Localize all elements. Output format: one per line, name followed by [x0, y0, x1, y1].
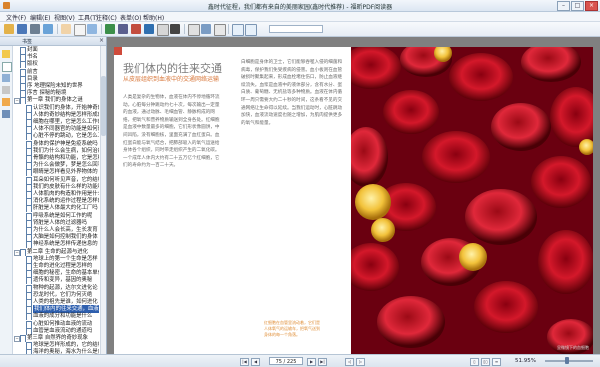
prev-page-button[interactable]: ◀ — [251, 358, 260, 366]
layers-tab-icon[interactable] — [2, 74, 10, 82]
email-icon[interactable] — [43, 24, 53, 34]
single-page-icon[interactable]: ▯ — [470, 358, 479, 366]
zoom-icon[interactable] — [87, 24, 97, 34]
article-callout: 红细胞在血管里流动着，它们是人体氧气的运输车，把氧气送到身体的每一个角落。 — [264, 320, 320, 337]
sidebar-title: 书签 — [22, 39, 33, 45]
close-button[interactable]: × — [585, 1, 598, 11]
rotate-icon[interactable] — [118, 24, 128, 34]
attach-tab-icon[interactable] — [2, 86, 10, 94]
article-column-1: 人类是复杂的生物体，血液在体内不停地循环流动。心脏每分钟跳动约七十次，每次输出一… — [123, 95, 220, 169]
window-title: 鑫时代征程，我们都有来自的美丽家园(鑫时代推荐) - 福昕PDF阅读器 — [207, 4, 393, 11]
last-page-button[interactable]: ▶| — [318, 358, 327, 366]
next-page-button[interactable]: ▶ — [307, 358, 316, 366]
fit-width-icon[interactable] — [144, 24, 154, 34]
menu-help[interactable]: 帮助(H) — [143, 13, 164, 22]
bookmark-icon[interactable] — [188, 24, 200, 36]
prev-view-icon[interactable] — [157, 24, 169, 36]
snapshot-icon[interactable] — [105, 24, 115, 34]
fit-page-icon[interactable] — [131, 24, 141, 34]
bookmark-tree: 封面 书名 版权 前言 目录序 地理探险未知的世界 序言 探秘的秘境 − 第一章 我们的身体之… — [13, 46, 99, 354]
zoom-level: 51.95% — [515, 358, 536, 364]
continuous-icon[interactable]: ≡ — [492, 358, 501, 366]
bookmark-sidebar: 书签 × 封面 书名 版权 前言 目录序 地理探险未知的世界 序言 探秘的秘境 − 第一章 我… — [0, 37, 107, 354]
sidebar-close-icon[interactable]: × — [99, 37, 104, 44]
page-left: 我们体内的往来交通 从皮层组织到血液中的交通网络运输 人类是复杂的生物体，血液在… — [114, 47, 351, 354]
first-page-button[interactable]: |◀ — [240, 358, 249, 366]
article-subtitle: 从皮层组织到血液中的交通网络运输 — [123, 76, 220, 83]
comment-icon[interactable] — [201, 24, 211, 34]
photo-caption: 显微镜下的血细胞 — [557, 345, 589, 350]
hand-icon[interactable] — [61, 24, 71, 34]
sidebar-header: 书签 × — [0, 37, 106, 46]
bookmarks-tab-icon[interactable] — [2, 50, 10, 58]
text-tool-icon[interactable] — [214, 24, 226, 36]
next-view-icon[interactable] — [170, 24, 180, 34]
comments-tab-icon[interactable] — [2, 98, 10, 106]
open-icon[interactable] — [4, 24, 14, 34]
pages-tab-icon[interactable] — [2, 62, 12, 72]
minimize-button[interactable]: – — [557, 1, 570, 11]
menu-comment[interactable]: 注释(C) — [96, 13, 117, 22]
menu-edit[interactable]: 编辑(E) — [30, 13, 50, 22]
find-icon[interactable] — [232, 24, 244, 36]
red-blood-cells-image — [351, 47, 593, 354]
menu-form[interactable]: 表单(O) — [120, 13, 141, 22]
scrollbar-thumb[interactable] — [101, 76, 106, 136]
page-number-input[interactable]: 75 / 225 — [269, 357, 303, 365]
print-icon[interactable] — [30, 24, 40, 34]
zoom-slider-thumb[interactable] — [564, 357, 569, 364]
forward-view-button[interactable]: ▷ — [356, 358, 365, 366]
search-input[interactable] — [269, 25, 323, 33]
title-bar: 鑫时代征程，我们都有来自的美丽家园(鑫时代推荐) - 福昕PDF阅读器 – □ … — [0, 0, 600, 12]
page-corner-tab — [114, 47, 122, 55]
document-view[interactable]: 我们体内的往来交通 从皮层组织到血液中的交通网络运输 人类是复杂的生物体，血液在… — [107, 37, 600, 354]
sign-tab-icon[interactable] — [2, 110, 10, 118]
article-column-2: 白细胞是身体的卫士，它们能够吞噬入侵的细菌和病毒，保护我们免受疾病的侵害。血小板… — [241, 60, 343, 126]
two-page-icon[interactable]: ▯▯ — [481, 358, 490, 366]
back-view-button[interactable]: ◁ — [345, 358, 354, 366]
save-icon[interactable] — [17, 24, 27, 34]
menu-view[interactable]: 视图(V) — [54, 13, 75, 22]
select-icon[interactable] — [74, 24, 86, 36]
sidebar-scrollbar[interactable] — [100, 46, 106, 354]
menu-file[interactable]: 文件(F) — [6, 13, 26, 22]
page-right-photo: 显微镜下的血细胞 — [351, 47, 593, 354]
toolbar — [0, 22, 600, 37]
sidebar-tab-strip — [0, 46, 13, 354]
status-bar: |◀ ◀ 75 / 225 ▶ ▶| ◁ ▷ ▯ ▯▯ ≡ 51.95% — [0, 354, 600, 367]
zoom-slider-track[interactable] — [545, 360, 593, 362]
maximize-button[interactable]: □ — [571, 1, 584, 11]
find-options-icon[interactable] — [245, 24, 257, 36]
menu-bar: 文件(F) 编辑(E) 视图(V) 工具(T) 注释(C) 表单(O) 帮助(H… — [0, 12, 600, 22]
